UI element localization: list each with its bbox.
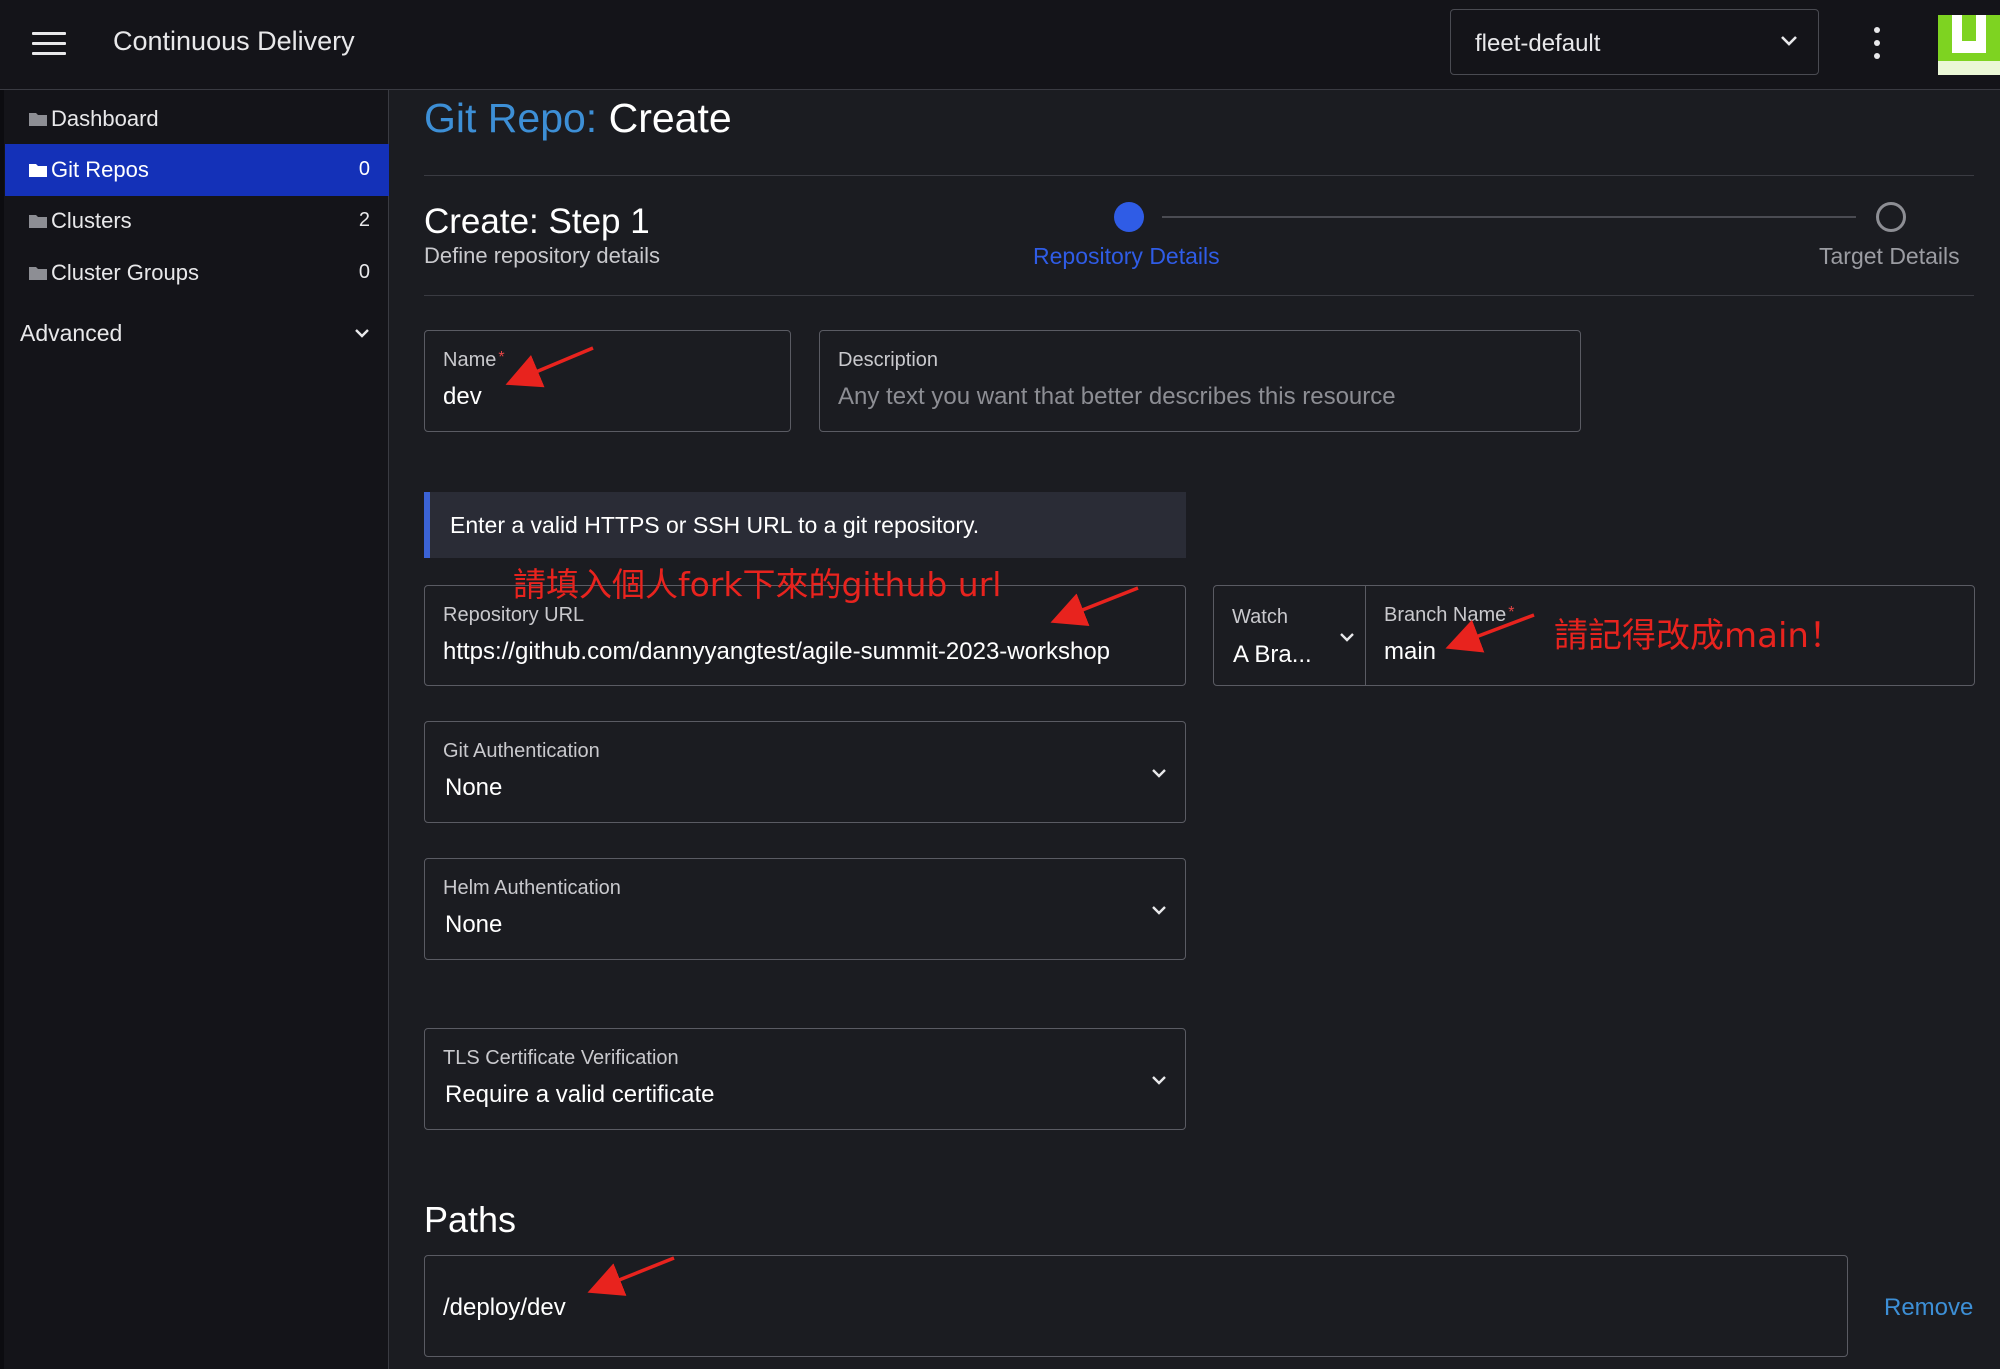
- sidebar-item-count: 0: [358, 158, 370, 180]
- sidebar-item-count: 0: [358, 261, 370, 283]
- sidebar-item-label: Clusters: [51, 208, 132, 233]
- wizard-step-target-details[interactable]: Target Details: [1819, 243, 1960, 270]
- git-authentication-label: Git Authentication: [443, 740, 600, 762]
- cluster-logo-icon[interactable]: [1938, 15, 2000, 75]
- tls-verification-label: TLS Certificate Verification: [443, 1047, 679, 1069]
- more-options-icon[interactable]: [1873, 27, 1881, 61]
- sidebar-item-label: Dashboard: [51, 106, 159, 131]
- description-label: Description: [838, 349, 939, 371]
- folder-icon: [29, 113, 47, 126]
- sidebar-item-count: 2: [358, 209, 370, 231]
- info-banner: Enter a valid HTTPS or SSH URL to a git …: [424, 492, 1186, 558]
- description-placeholder: Any text you want that better describes …: [838, 383, 1396, 410]
- tls-verification-select[interactable]: TLS Certificate Verification Require a v…: [424, 1028, 1186, 1130]
- name-label: Name *: [443, 349, 505, 371]
- sidebar-item-label: Git Repos: [51, 157, 149, 182]
- top-header: Continuous Delivery fleet-default: [0, 0, 2000, 90]
- breadcrumb-link[interactable]: Git Repo:: [424, 95, 597, 141]
- chevron-down-icon: [1152, 906, 1166, 915]
- chevron-down-icon: [355, 329, 369, 338]
- git-authentication-value: None: [445, 774, 503, 801]
- chevron-down-icon: [1340, 633, 1354, 642]
- paths-section-title: Paths: [424, 1199, 517, 1240]
- breadcrumb-current: Create: [608, 95, 732, 141]
- path-value: /deploy/dev: [443, 1294, 566, 1321]
- sidebar-item-dashboard[interactable]: Dashboard: [5, 93, 389, 145]
- watch-value: A Bra...: [1233, 641, 1312, 668]
- info-banner-text: Enter a valid HTTPS or SSH URL to a git …: [450, 512, 980, 538]
- watch-select[interactable]: Watch A Bra...: [1214, 586, 1366, 685]
- wizard-step-title: Create: Step 1: [424, 202, 650, 241]
- git-authentication-select[interactable]: Git Authentication None: [424, 721, 1186, 823]
- description-field[interactable]: Description Any text you want that bette…: [819, 330, 1581, 432]
- annotation-branch-note: 請記得改成main！: [1554, 616, 1843, 656]
- chevron-down-icon: [1781, 36, 1797, 46]
- page-title: Git Repo: Create: [424, 95, 732, 142]
- helm-authentication-label: Helm Authentication: [443, 877, 621, 899]
- sidebar-item-git-repos[interactable]: Git Repos 0: [5, 144, 389, 196]
- repository-url-value: https://github.com/dannyyangtest/agile-s…: [443, 638, 1111, 665]
- sidebar-item-clusters[interactable]: Clusters 2: [5, 195, 389, 247]
- folder-icon: [29, 164, 47, 177]
- sidebar-item-cluster-groups[interactable]: Cluster Groups 0: [5, 247, 389, 299]
- app-title: Continuous Delivery: [113, 26, 355, 56]
- folder-icon: [29, 267, 47, 280]
- wizard-progress-line: [1162, 216, 1856, 218]
- wizard-step-repository-details[interactable]: Repository Details: [1033, 243, 1220, 270]
- sidebar-item-label: Cluster Groups: [51, 260, 199, 285]
- divider: [424, 175, 1974, 176]
- divider: [424, 295, 1974, 296]
- annotation-repo-note: 請填入個人fork下來的github url: [513, 565, 1002, 604]
- hamburger-menu-icon[interactable]: [32, 32, 66, 56]
- namespace-value: fleet-default: [1475, 30, 1601, 57]
- tls-verification-value: Require a valid certificate: [445, 1081, 715, 1108]
- helm-authentication-select[interactable]: Helm Authentication None: [424, 858, 1186, 960]
- folder-icon: [29, 215, 47, 228]
- window-edge: [0, 90, 4, 1369]
- wizard-step-subtitle: Define repository details: [424, 243, 661, 268]
- sidebar-group-advanced[interactable]: Advanced: [20, 314, 380, 354]
- sidebar-group-label: Advanced: [20, 320, 123, 346]
- wizard-step-active-dot[interactable]: [1114, 202, 1144, 232]
- branch-name-value: main: [1384, 638, 1437, 665]
- sidebar: Dashboard Git Repos 0 Clusters 2 Cluster…: [0, 90, 389, 1369]
- chevron-down-icon: [1152, 769, 1166, 778]
- chevron-down-icon: [1152, 1076, 1166, 1085]
- wizard-step-inactive-dot[interactable]: [1876, 202, 1906, 232]
- name-field[interactable]: Name * dev: [424, 330, 791, 432]
- remove-path-button[interactable]: Remove: [1884, 1294, 1973, 1322]
- watch-label: Watch: [1232, 606, 1288, 628]
- path-input[interactable]: /deploy/dev: [424, 1255, 1848, 1357]
- namespace-select[interactable]: fleet-default: [1450, 9, 1819, 75]
- name-value: dev: [443, 383, 482, 410]
- helm-authentication-value: None: [445, 911, 503, 938]
- branch-name-label: Branch Name *: [1384, 604, 1515, 626]
- repository-url-label: Repository URL: [443, 604, 585, 626]
